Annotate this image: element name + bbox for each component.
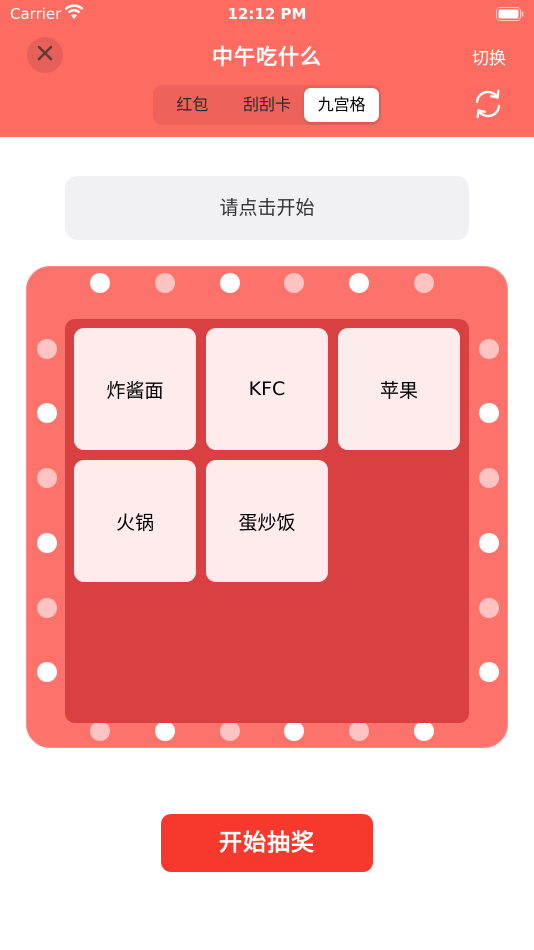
light-dot [155, 273, 175, 293]
light-dot [479, 339, 499, 359]
light-dot [479, 403, 499, 423]
grid-cell: 炸酱面 [74, 328, 196, 450]
light-dot [37, 598, 57, 618]
light-dot [284, 273, 304, 293]
switch-button[interactable]: 切换 [472, 44, 506, 69]
light-dot [37, 468, 57, 488]
grid-cell: 苹果 [338, 328, 460, 450]
light-dot [37, 533, 57, 553]
light-dot [414, 273, 434, 293]
light-dot [90, 721, 110, 741]
refresh-button[interactable] [470, 86, 506, 126]
tab-red-envelope[interactable]: 红包 [155, 88, 230, 122]
tab-scratch-card[interactable]: 刮刮卡 [230, 88, 305, 122]
prompt-banner: 请点击开始 [65, 176, 469, 240]
light-dot [155, 721, 175, 741]
tab-nine-grid[interactable]: 九宫格 [304, 88, 380, 122]
light-dot [90, 273, 110, 293]
light-dot [284, 721, 304, 741]
mode-segmented-control: 红包 刮刮卡 九宫格 [153, 85, 381, 125]
light-dot [37, 662, 57, 682]
light-dot [37, 339, 57, 359]
light-dot [37, 403, 57, 423]
light-dot [414, 721, 434, 741]
grid-cell: 火锅 [74, 460, 196, 582]
grid-cell: 蛋炒饭 [206, 460, 328, 582]
grid-cell: KFC [206, 328, 328, 450]
lottery-board: 炸酱面 KFC 苹果 火锅 蛋炒饭 [26, 266, 508, 748]
page-title: 中午吃什么 [212, 45, 322, 69]
light-dot [479, 598, 499, 618]
light-dot [479, 468, 499, 488]
refresh-icon [470, 89, 506, 126]
light-dot [349, 721, 369, 741]
light-dot [349, 273, 369, 293]
light-dot [220, 721, 240, 741]
clock: 12:12 PM [227, 5, 307, 23]
start-draw-button[interactable]: 开始抽奖 [161, 814, 373, 872]
status-bar: Carrier 12:12 PM [0, 0, 534, 28]
grid-area: 炸酱面 KFC 苹果 火锅 蛋炒饭 [65, 319, 469, 723]
light-dot [479, 662, 499, 682]
battery-icon [496, 6, 524, 25]
light-dot [479, 533, 499, 553]
header: Carrier 12:12 PM 中午吃什么 切换 红包 刮刮卡 九宫格 [0, 0, 534, 137]
light-dot [220, 273, 240, 293]
